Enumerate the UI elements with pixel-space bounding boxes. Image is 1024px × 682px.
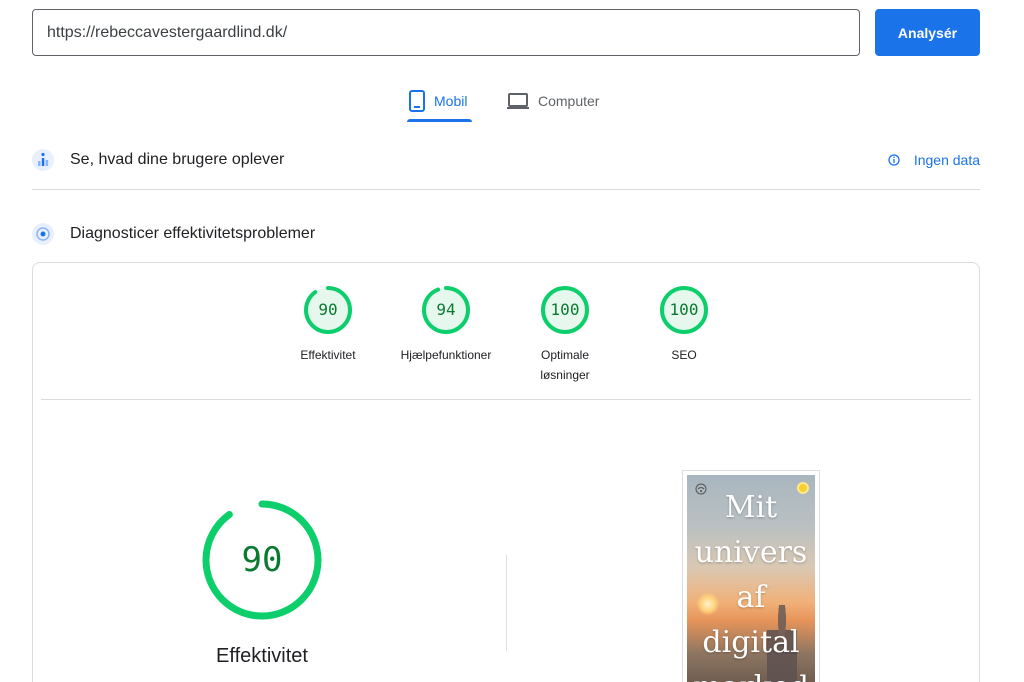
no-data-label: Ingen data — [913, 152, 980, 168]
score-label: Hjælpefunktioner — [400, 348, 492, 362]
score-gauge-seo[interactable]: 100 SEO — [624, 285, 744, 365]
score-gauge-accessibility[interactable]: 94 Hjælpefunktioner — [386, 285, 506, 365]
score-label: SEO — [671, 348, 697, 362]
score-ring: 90 — [303, 285, 353, 335]
score-ring: 100 — [540, 285, 590, 335]
users-chart-icon — [32, 149, 54, 171]
scores-card: 90 Effektivitet 94 Hjælpefunktioner 100 … — [32, 262, 980, 682]
field-data-section: Se, hvad dine brugere oplever Ingen data — [32, 140, 980, 180]
score-value: 90 — [318, 300, 338, 319]
score-value: 94 — [436, 300, 456, 319]
score-value: 100 — [669, 300, 699, 319]
main-score-gauge: 90 — [201, 499, 323, 621]
tab-computer-label: Computer — [538, 93, 600, 109]
diagnostics-icon — [32, 223, 54, 245]
tab-mobile[interactable]: Mobil — [408, 80, 472, 122]
no-data-link[interactable]: Ingen data — [888, 152, 980, 168]
score-value: 100 — [550, 300, 580, 319]
lab-data-section: Diagnosticer effektivitetsproblemer — [32, 214, 980, 254]
score-label: Optimale løsninger — [540, 348, 590, 382]
analyze-button[interactable]: Analysér — [875, 9, 980, 56]
active-tab-indicator — [407, 119, 472, 122]
info-icon — [888, 154, 900, 166]
score-ring: 94 — [421, 285, 471, 335]
lab-data-title: Diagnosticer effektivitetsproblemer — [70, 225, 316, 242]
score-label: Effektivitet — [300, 348, 356, 362]
url-input[interactable] — [32, 9, 860, 56]
preview-heading: Mit univers af digital marked — [693, 490, 809, 682]
main-score-label: Effektivitet — [216, 645, 308, 667]
field-data-title: Se, hvad dine brugere oplever — [70, 151, 285, 168]
vertical-divider — [506, 555, 507, 651]
tab-mobile-label: Mobil — [434, 93, 468, 109]
laptop-icon — [507, 93, 529, 109]
card-divider — [41, 399, 971, 400]
smartphone-icon — [409, 90, 425, 112]
score-gauge-performance[interactable]: 90 Effektivitet — [268, 285, 388, 365]
page-screenshot-preview: Mit univers af digital marked — [682, 470, 820, 682]
tab-computer[interactable]: Computer — [506, 80, 616, 122]
preview-screen: Mit univers af digital marked — [687, 475, 815, 682]
section-divider — [32, 189, 980, 190]
score-ring: 100 — [659, 285, 709, 335]
main-score-value: 90 — [241, 540, 283, 580]
device-tabs: Mobil Computer — [0, 80, 1024, 124]
score-gauge-best-practices[interactable]: 100 Optimale løsninger — [505, 285, 625, 385]
